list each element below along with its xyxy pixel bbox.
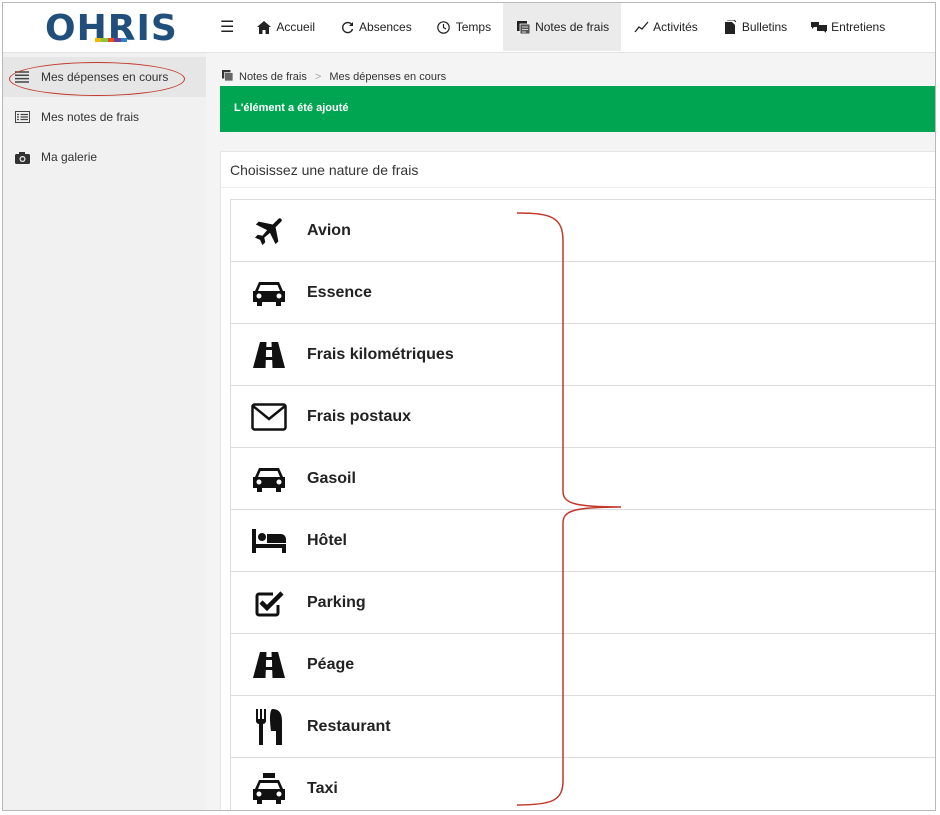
check-square-icon bbox=[231, 588, 307, 618]
expense-type-restaurant[interactable]: Restaurant bbox=[230, 696, 935, 758]
main-content: Notes de frais > Mes dépenses en cours L… bbox=[206, 53, 935, 810]
bed-icon bbox=[231, 528, 307, 553]
success-alert: L'élément a été ajouté bbox=[220, 86, 935, 132]
nav-label: Bulletins bbox=[741, 20, 788, 34]
nav-label: Notes de frais bbox=[535, 20, 610, 34]
expense-type-label: Parking bbox=[307, 593, 366, 611]
expense-type-label: Hôtel bbox=[307, 531, 347, 549]
breadcrumb-link-notes-de-frais[interactable]: Notes de frais bbox=[239, 71, 307, 83]
expense-type-label: Essence bbox=[307, 283, 372, 301]
camera-icon bbox=[13, 151, 31, 164]
car-icon bbox=[231, 465, 307, 493]
expense-type-taxi[interactable]: Taxi bbox=[230, 758, 935, 810]
expense-type-avion[interactable]: Avion bbox=[230, 200, 935, 262]
sidebar: Mes dépenses en cours Mes notes de frais… bbox=[3, 53, 206, 810]
sidebar-item-mes-depenses-en-cours[interactable]: Mes dépenses en cours bbox=[3, 57, 206, 97]
nav-item-entretiens[interactable]: Entretiens bbox=[799, 3, 897, 51]
expense-type-label: Avion bbox=[307, 221, 351, 239]
expense-type-essence[interactable]: Essence bbox=[230, 262, 935, 324]
nav-item-absences[interactable]: Absences bbox=[327, 3, 424, 51]
app-window: OHRIS ☰ Accueil Absences Temps Notes de … bbox=[2, 2, 936, 811]
nav-label: Entretiens bbox=[831, 20, 886, 34]
table-list-icon bbox=[13, 111, 31, 123]
alert-message: L'élément a été ajouté bbox=[234, 102, 349, 114]
note-icon bbox=[515, 20, 531, 34]
sidebar-item-mes-notes-de-frais[interactable]: Mes notes de frais bbox=[3, 97, 206, 137]
ohris-logo[interactable]: OHRIS bbox=[45, 9, 178, 49]
expense-type-label: Gasoil bbox=[307, 469, 356, 487]
nav-label: Absences bbox=[359, 20, 412, 34]
expense-type-frais-kilometriques[interactable]: Frais kilométriques bbox=[230, 324, 935, 386]
nav-item-accueil[interactable]: Accueil bbox=[244, 3, 327, 51]
expense-type-peage[interactable]: Péage bbox=[230, 634, 935, 696]
envelope-icon bbox=[231, 402, 307, 431]
breadcrumb: Notes de frais > Mes dépenses en cours bbox=[222, 70, 446, 84]
breadcrumb-separator: > bbox=[314, 71, 322, 83]
nav-item-notes-de-frais[interactable]: Notes de frais bbox=[503, 3, 622, 51]
nav-label: Temps bbox=[455, 20, 492, 34]
expense-type-parking[interactable]: Parking bbox=[230, 572, 935, 634]
nav-item-bulletins[interactable]: Bulletins bbox=[710, 3, 799, 51]
expense-type-label: Restaurant bbox=[307, 717, 391, 735]
expense-type-label: Taxi bbox=[307, 779, 338, 797]
file-icon bbox=[722, 20, 738, 34]
nav-label: Accueil bbox=[276, 20, 316, 34]
nav-label: Activités bbox=[653, 20, 698, 34]
list-icon bbox=[13, 71, 31, 83]
sidebar-item-label: Ma galerie bbox=[41, 150, 98, 164]
panel-title: Choisissez une nature de frais bbox=[221, 152, 935, 188]
expense-type-list: Avion Essence Frais kilométriques Frais … bbox=[230, 199, 935, 810]
expense-type-hotel[interactable]: Hôtel bbox=[230, 510, 935, 572]
nav-item-activites[interactable]: Activités bbox=[621, 3, 710, 51]
menu-toggle-button[interactable]: ☰ bbox=[208, 3, 244, 51]
sidebar-item-ma-galerie[interactable]: Ma galerie bbox=[3, 137, 206, 177]
top-bar: OHRIS ☰ Accueil Absences Temps Notes de … bbox=[3, 3, 935, 53]
expense-type-panel: Choisissez une nature de frais Avion Ess… bbox=[220, 151, 935, 810]
car-icon bbox=[231, 279, 307, 307]
cutlery-icon bbox=[231, 708, 307, 745]
expense-type-label: Frais kilométriques bbox=[307, 345, 454, 363]
breadcrumb-current: Mes dépenses en cours bbox=[329, 71, 447, 83]
expense-type-label: Péage bbox=[307, 655, 355, 673]
road-icon bbox=[231, 341, 307, 368]
sidebar-item-label: Mes notes de frais bbox=[41, 110, 140, 124]
hamburger-icon: ☰ bbox=[220, 19, 235, 36]
logo-stripe bbox=[95, 38, 128, 42]
main-nav: ☰ Accueil Absences Temps Notes de frais … bbox=[208, 3, 897, 51]
home-icon bbox=[256, 20, 272, 34]
clock-icon bbox=[436, 20, 452, 34]
comments-icon bbox=[811, 21, 828, 33]
road-icon bbox=[231, 651, 307, 678]
nav-item-temps[interactable]: Temps bbox=[424, 3, 503, 51]
expense-type-gasoil[interactable]: Gasoil bbox=[230, 448, 935, 510]
chart-line-icon bbox=[633, 21, 649, 33]
expense-type-label: Frais postaux bbox=[307, 407, 412, 425]
note-icon bbox=[222, 70, 234, 84]
refresh-icon bbox=[339, 21, 355, 34]
sidebar-item-label: Mes dépenses en cours bbox=[41, 70, 169, 84]
taxi-icon bbox=[231, 772, 307, 805]
plane-icon bbox=[231, 216, 307, 246]
expense-type-frais-postaux[interactable]: Frais postaux bbox=[230, 386, 935, 448]
logo-text: OHRIS bbox=[45, 8, 178, 49]
